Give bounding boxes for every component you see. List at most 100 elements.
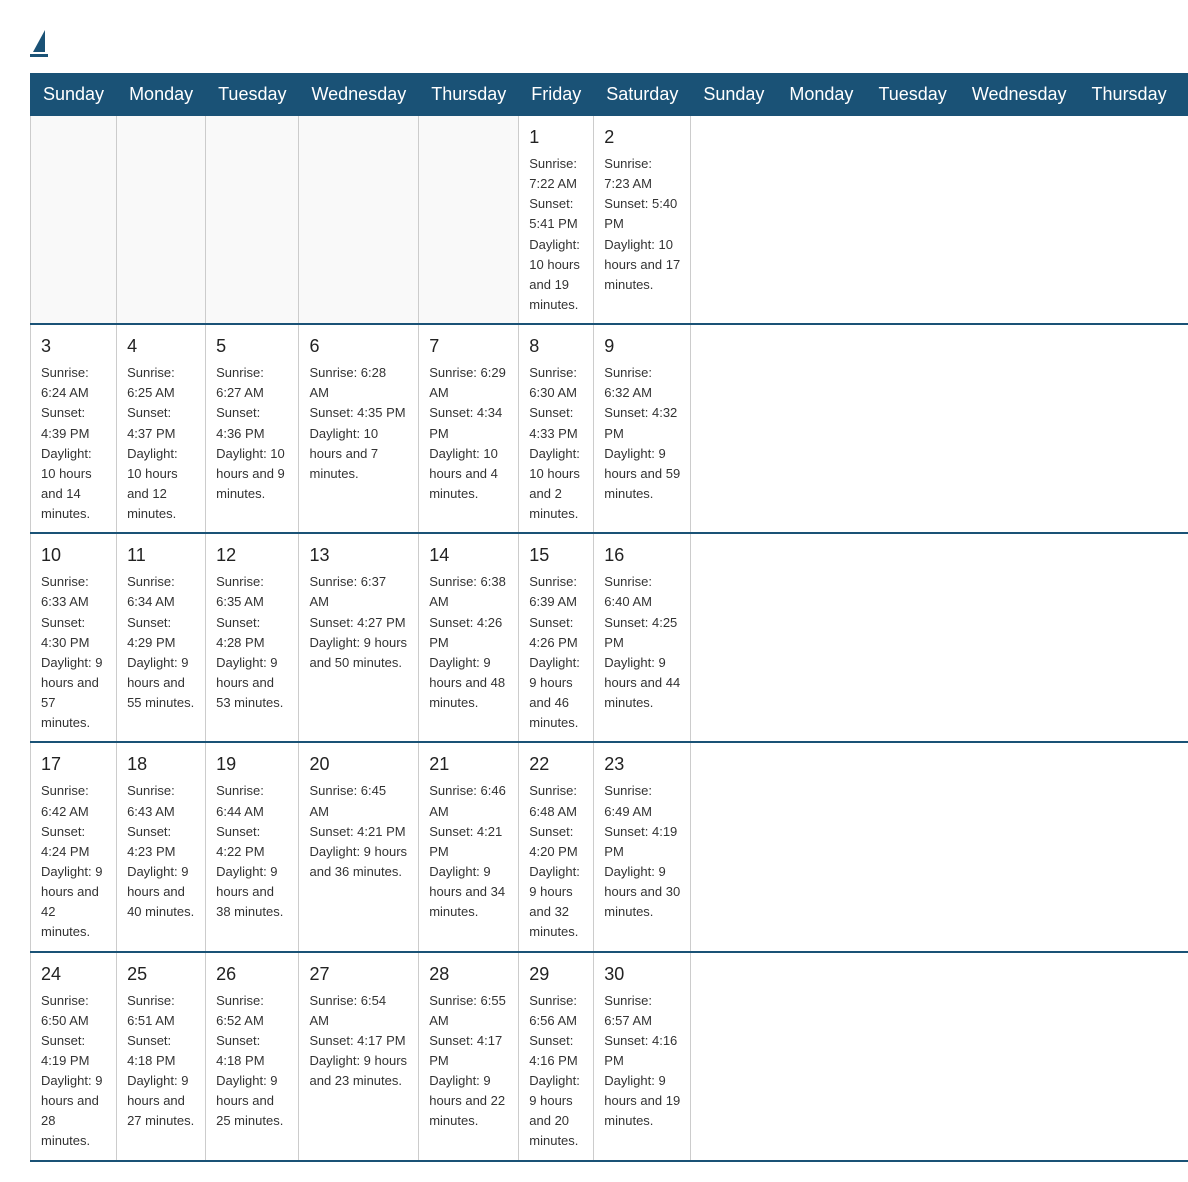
- day-info: Sunrise: 6:29 AM Sunset: 4:34 PM Dayligh…: [429, 363, 508, 504]
- day-number: 1: [529, 124, 583, 151]
- header-sunday: Sunday: [691, 74, 777, 116]
- calendar-cell: 12 Sunrise: 6:35 AM Sunset: 4:28 PM Dayli…: [206, 533, 299, 742]
- calendar-week-row: 3 Sunrise: 6:24 AM Sunset: 4:39 PM Daylig…: [31, 324, 1188, 533]
- day-info: Sunrise: 6:32 AM Sunset: 4:32 PM Dayligh…: [604, 363, 680, 504]
- day-info: Sunrise: 6:49 AM Sunset: 4:19 PM Dayligh…: [604, 781, 680, 922]
- day-info: Sunrise: 6:48 AM Sunset: 4:20 PM Dayligh…: [529, 781, 583, 942]
- day-number: 24: [41, 961, 106, 988]
- day-number: 26: [216, 961, 288, 988]
- calendar-cell: 4 Sunrise: 6:25 AM Sunset: 4:37 PM Daylig…: [117, 324, 206, 533]
- day-info: Sunrise: 6:57 AM Sunset: 4:16 PM Dayligh…: [604, 991, 680, 1132]
- day-info: Sunrise: 6:24 AM Sunset: 4:39 PM Dayligh…: [41, 363, 106, 524]
- calendar-cell: 30Sunrise: 6:57 AM Sunset: 4:16 PM Dayli…: [594, 952, 691, 1161]
- calendar-cell: 5 Sunrise: 6:27 AM Sunset: 4:36 PM Daylig…: [206, 324, 299, 533]
- calendar-cell: 14 Sunrise: 6:38 AM Sunset: 4:26 PM Dayli…: [419, 533, 519, 742]
- header-saturday: Saturday: [594, 74, 691, 116]
- calendar-cell: 22 Sunrise: 6:48 AM Sunset: 4:20 PM Dayli…: [519, 742, 594, 951]
- calendar-cell: 21 Sunrise: 6:46 AM Sunset: 4:21 PM Dayli…: [419, 742, 519, 951]
- day-info: Sunrise: 6:27 AM Sunset: 4:36 PM Dayligh…: [216, 363, 288, 504]
- day-number: 17: [41, 751, 106, 778]
- calendar-week-row: 1Sunrise: 7:22 AM Sunset: 5:41 PM Daylig…: [31, 116, 1188, 325]
- day-number: 14: [429, 542, 508, 569]
- calendar-cell: 20Sunrise: 6:45 AM Sunset: 4:21 PM Dayli…: [299, 742, 419, 951]
- calendar-cell: 15Sunrise: 6:39 AM Sunset: 4:26 PM Dayli…: [519, 533, 594, 742]
- calendar-cell: 11 Sunrise: 6:34 AM Sunset: 4:29 PM Dayli…: [117, 533, 206, 742]
- day-info: Sunrise: 6:37 AM Sunset: 4:27 PM Dayligh…: [309, 572, 408, 673]
- calendar-cell: 8 Sunrise: 6:30 AM Sunset: 4:33 PM Daylig…: [519, 324, 594, 533]
- day-number: 2: [604, 124, 680, 151]
- day-info: Sunrise: 6:51 AM Sunset: 4:18 PM Dayligh…: [127, 991, 195, 1132]
- calendar-cell: [206, 116, 299, 325]
- day-info: Sunrise: 6:50 AM Sunset: 4:19 PM Dayligh…: [41, 991, 106, 1152]
- day-number: 18: [127, 751, 195, 778]
- day-info: Sunrise: 6:44 AM Sunset: 4:22 PM Dayligh…: [216, 781, 288, 922]
- day-info: Sunrise: 6:43 AM Sunset: 4:23 PM Dayligh…: [127, 781, 195, 922]
- day-info: Sunrise: 6:55 AM Sunset: 4:17 PM Dayligh…: [429, 991, 508, 1132]
- header-friday: Friday: [1179, 74, 1188, 116]
- header-thursday: Thursday: [419, 74, 519, 116]
- day-number: 13: [309, 542, 408, 569]
- header-thursday: Thursday: [1079, 74, 1179, 116]
- header-wednesday: Wednesday: [299, 74, 419, 116]
- day-number: 5: [216, 333, 288, 360]
- day-info: Sunrise: 7:23 AM Sunset: 5:40 PM Dayligh…: [604, 154, 680, 295]
- calendar-cell: 16Sunrise: 6:40 AM Sunset: 4:25 PM Dayli…: [594, 533, 691, 742]
- day-info: Sunrise: 6:56 AM Sunset: 4:16 PM Dayligh…: [529, 991, 583, 1152]
- calendar-cell: 1Sunrise: 7:22 AM Sunset: 5:41 PM Daylig…: [519, 116, 594, 325]
- calendar-cell: 19 Sunrise: 6:44 AM Sunset: 4:22 PM Dayli…: [206, 742, 299, 951]
- day-info: Sunrise: 6:40 AM Sunset: 4:25 PM Dayligh…: [604, 572, 680, 713]
- day-number: 28: [429, 961, 508, 988]
- calendar-cell: 18 Sunrise: 6:43 AM Sunset: 4:23 PM Dayli…: [117, 742, 206, 951]
- calendar-cell: [299, 116, 419, 325]
- day-info: Sunrise: 6:30 AM Sunset: 4:33 PM Dayligh…: [529, 363, 583, 524]
- day-info: Sunrise: 6:39 AM Sunset: 4:26 PM Dayligh…: [529, 572, 583, 733]
- header-tuesday: Tuesday: [206, 74, 299, 116]
- day-info: Sunrise: 6:38 AM Sunset: 4:26 PM Dayligh…: [429, 572, 508, 713]
- page-header: [30, 20, 1158, 57]
- day-number: 20: [309, 751, 408, 778]
- calendar-cell: [31, 116, 117, 325]
- day-number: 22: [529, 751, 583, 778]
- calendar-cell: 6Sunrise: 6:28 AM Sunset: 4:35 PM Daylig…: [299, 324, 419, 533]
- calendar-table: SundayMondayTuesdayWednesdayThursdayFrid…: [30, 73, 1188, 1162]
- calendar-cell: 9Sunrise: 6:32 AM Sunset: 4:32 PM Daylig…: [594, 324, 691, 533]
- calendar-cell: 7Sunrise: 6:29 AM Sunset: 4:34 PM Daylig…: [419, 324, 519, 533]
- calendar-cell: [117, 116, 206, 325]
- header-friday: Friday: [519, 74, 594, 116]
- day-info: Sunrise: 6:35 AM Sunset: 4:28 PM Dayligh…: [216, 572, 288, 713]
- logo-triangle-icon: [33, 30, 45, 52]
- calendar-cell: 28 Sunrise: 6:55 AM Sunset: 4:17 PM Dayli…: [419, 952, 519, 1161]
- day-info: Sunrise: 6:46 AM Sunset: 4:21 PM Dayligh…: [429, 781, 508, 922]
- day-number: 25: [127, 961, 195, 988]
- calendar-week-row: 17Sunrise: 6:42 AM Sunset: 4:24 PM Dayli…: [31, 742, 1188, 951]
- calendar-cell: 26Sunrise: 6:52 AM Sunset: 4:18 PM Dayli…: [206, 952, 299, 1161]
- day-number: 10: [41, 542, 106, 569]
- day-number: 11: [127, 542, 195, 569]
- logo: [30, 20, 50, 57]
- header-monday: Monday: [777, 74, 866, 116]
- header-monday: Monday: [117, 74, 206, 116]
- day-number: 8: [529, 333, 583, 360]
- calendar-cell: [419, 116, 519, 325]
- calendar-cell: 3 Sunrise: 6:24 AM Sunset: 4:39 PM Daylig…: [31, 324, 117, 533]
- calendar-cell: 10Sunrise: 6:33 AM Sunset: 4:30 PM Dayli…: [31, 533, 117, 742]
- day-number: 3: [41, 333, 106, 360]
- day-number: 6: [309, 333, 408, 360]
- header-tuesday: Tuesday: [866, 74, 959, 116]
- day-number: 29: [529, 961, 583, 988]
- day-number: 19: [216, 751, 288, 778]
- day-number: 21: [429, 751, 508, 778]
- calendar-week-row: 24 Sunrise: 6:50 AM Sunset: 4:19 PM Dayli…: [31, 952, 1188, 1161]
- day-number: 4: [127, 333, 195, 360]
- calendar-cell: 17Sunrise: 6:42 AM Sunset: 4:24 PM Dayli…: [31, 742, 117, 951]
- header-wednesday: Wednesday: [959, 74, 1079, 116]
- day-number: 27: [309, 961, 408, 988]
- day-info: Sunrise: 6:25 AM Sunset: 4:37 PM Dayligh…: [127, 363, 195, 524]
- calendar-cell: 13 Sunrise: 6:37 AM Sunset: 4:27 PM Dayli…: [299, 533, 419, 742]
- day-info: Sunrise: 6:34 AM Sunset: 4:29 PM Dayligh…: [127, 572, 195, 713]
- day-number: 12: [216, 542, 288, 569]
- calendar-cell: 27Sunrise: 6:54 AM Sunset: 4:17 PM Dayli…: [299, 952, 419, 1161]
- calendar-cell: 23Sunrise: 6:49 AM Sunset: 4:19 PM Dayli…: [594, 742, 691, 951]
- calendar-cell: 2 Sunrise: 7:23 AM Sunset: 5:40 PM Daylig…: [594, 116, 691, 325]
- calendar-cell: 24 Sunrise: 6:50 AM Sunset: 4:19 PM Dayli…: [31, 952, 117, 1161]
